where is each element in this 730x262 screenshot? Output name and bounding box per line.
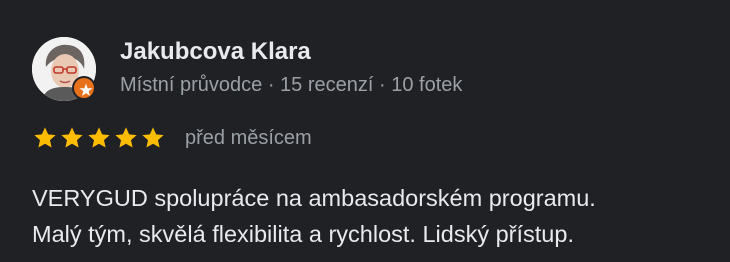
local-guide-badge-icon (79, 83, 93, 96)
star-rating (32, 124, 167, 152)
review-text: VERYGUD spolupráce na ambasadorském prog… (32, 180, 722, 252)
star-icon (115, 127, 137, 148)
review-card: Jakubcova Klara Místní průvodce · 15 rec… (0, 0, 730, 262)
star-icon (34, 127, 56, 148)
star-icon (142, 127, 164, 148)
review-text-line: VERYGUD spolupráce na ambasadorském prog… (32, 185, 596, 211)
reviewer-meta: Místní průvodce · 15 recenzí · 10 fotek (120, 74, 463, 96)
review-date: před měsícem (185, 127, 312, 149)
star-icon (88, 127, 110, 148)
local-guide-badge (72, 76, 96, 100)
star-icon (61, 127, 83, 148)
review-text-line: Malý tým, skvělá flexibilita a rychlost.… (32, 221, 574, 247)
reviewer-name[interactable]: Jakubcova Klara (120, 38, 311, 66)
